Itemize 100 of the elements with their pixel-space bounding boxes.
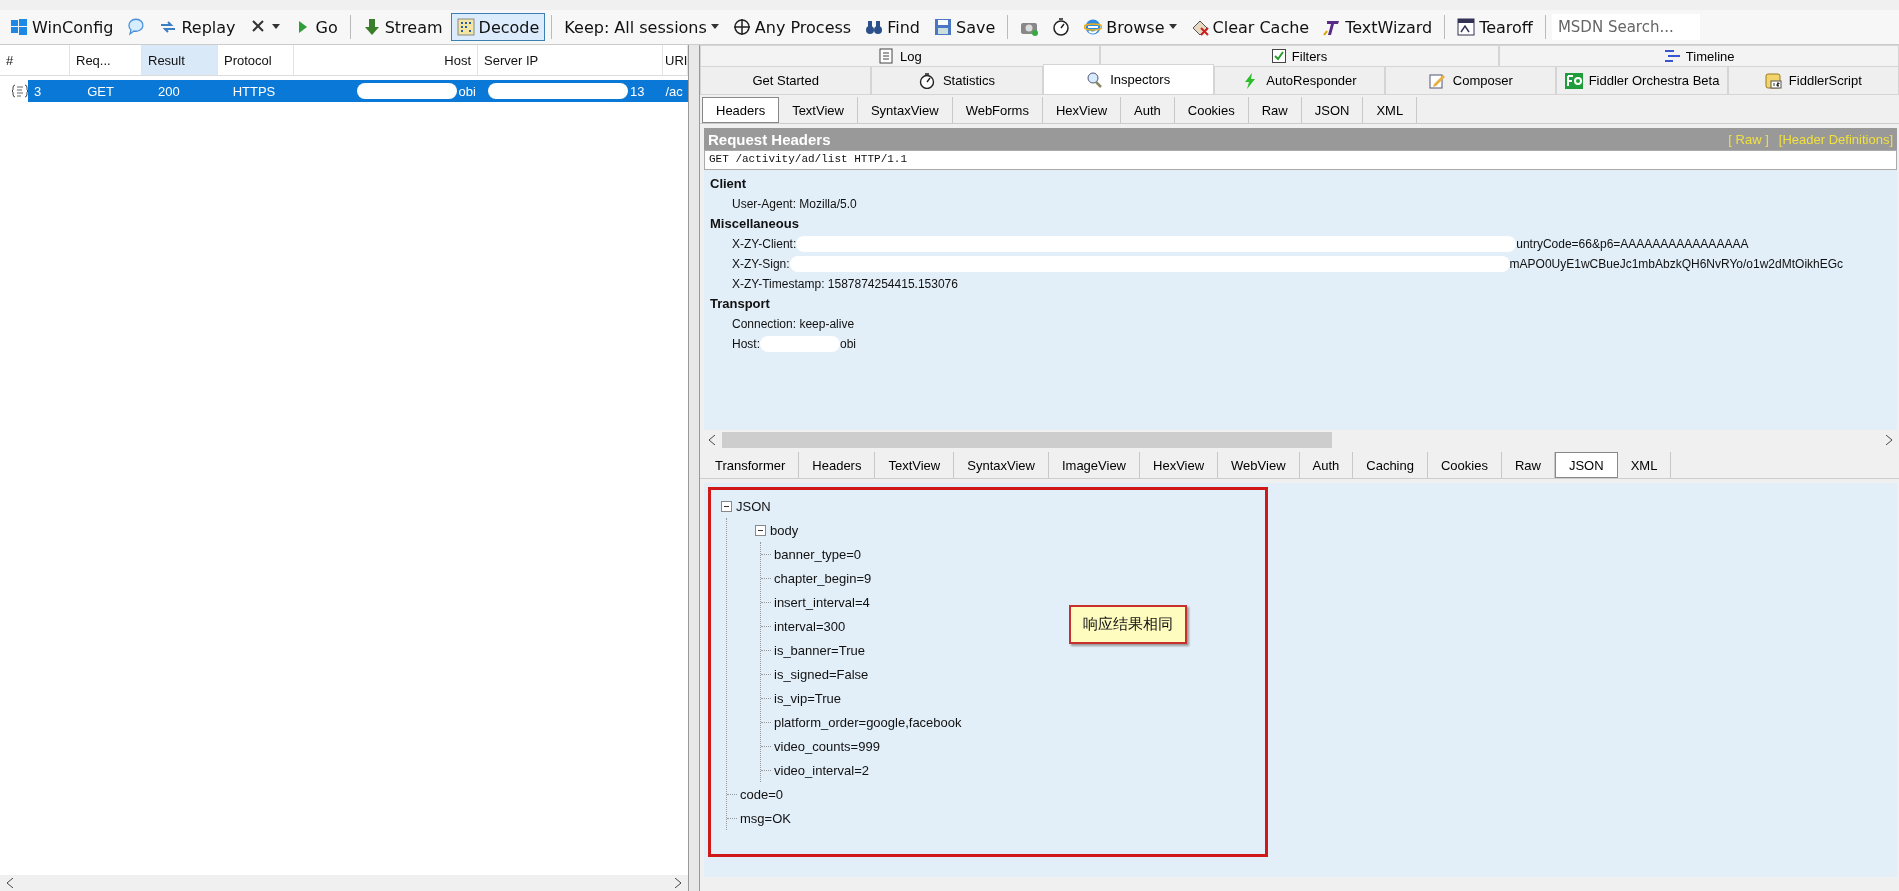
tab[interactable]: TextView <box>875 452 955 478</box>
section-title: Request Headers <box>708 130 831 148</box>
tab[interactable]: AutoResponder <box>1213 67 1386 95</box>
tab[interactable]: FiddlerScript <box>1727 67 1899 95</box>
horizontal-scrollbar[interactable] <box>0 875 688 891</box>
toolbar-button[interactable]: Go <box>287 13 344 41</box>
t-letter-icon <box>1323 18 1342 36</box>
fo-badge-icon <box>1564 72 1583 89</box>
tab[interactable]: HexView <box>1140 452 1219 478</box>
tab[interactable]: Transformer <box>702 452 800 478</box>
grid-icon <box>456 18 475 36</box>
eraser-icon <box>1190 18 1209 36</box>
table-cell: /ac <box>665 83 683 99</box>
header-value: untryCode=66&p6=AAAAAAAAAAAAAAAA <box>1516 237 1749 251</box>
tab[interactable]: Headers <box>702 97 780 123</box>
tab[interactable]: Auth <box>1299 452 1354 478</box>
tab[interactable]: Raw <box>1248 97 1302 123</box>
toolbar-button[interactable]: TextWizard <box>1317 13 1439 41</box>
toolbar-button[interactable]: Replay <box>153 13 242 41</box>
table-cell: 200 <box>157 83 180 99</box>
header-text: X-ZY-Client: <box>732 237 797 251</box>
tab[interactable]: XML <box>1363 97 1418 123</box>
tree-item[interactable]: interval=300 <box>774 618 846 634</box>
tab[interactable]: Fiddler Orchestra Beta <box>1556 67 1728 95</box>
tab[interactable]: Cookies <box>1427 452 1502 478</box>
toolbar-button[interactable]: Browse <box>1078 13 1183 41</box>
toolbar-button[interactable]: Any Process <box>726 13 858 41</box>
toolbar-button[interactable]: Stream <box>356 13 449 41</box>
table-cell: 13 <box>629 83 645 99</box>
tab[interactable]: SyntaxView <box>954 452 1049 478</box>
table-cell: GET <box>87 83 114 99</box>
tab[interactable]: WebView <box>1218 452 1300 478</box>
tree-item[interactable]: platform_order=google,facebook <box>774 714 962 730</box>
tab[interactable]: Filters <box>1099 45 1500 67</box>
stopwatch-icon <box>1052 18 1071 36</box>
tree-item[interactable]: is_vip=True <box>774 690 842 706</box>
tree-item[interactable]: body <box>770 522 799 538</box>
expander-icon[interactable] <box>721 500 732 512</box>
tab[interactable]: Log <box>700 45 1100 67</box>
tree-item[interactable]: JSON <box>736 498 771 514</box>
tab[interactable]: TextView <box>779 97 858 123</box>
binoculars-icon <box>865 18 884 36</box>
tree-item[interactable]: msg=OK <box>740 810 791 826</box>
tab[interactable]: XML <box>1617 452 1672 478</box>
tab[interactable]: Headers <box>799 452 876 478</box>
tree-item[interactable]: is_signed=False <box>774 666 869 682</box>
search-field[interactable]: MSDN Search... <box>1551 14 1700 40</box>
column-header[interactable]: Server IP <box>478 45 663 75</box>
tree-item[interactable]: code=0 <box>740 786 783 802</box>
tab[interactable]: SyntaxView <box>857 97 953 123</box>
tab[interactable]: Timeline <box>1499 45 1899 67</box>
header-value: mAPO0UyE1wCBueJc1mbAbzkQH6NvRYo/o1w2dMtOikhEGc <box>1509 257 1844 271</box>
header-text: Host: <box>732 337 760 351</box>
tree-item[interactable]: video_counts=999 <box>774 738 880 754</box>
column-header[interactable]: URI <box>663 45 688 75</box>
timeline-icon <box>1663 48 1680 64</box>
caret-icon <box>271 24 280 30</box>
speech-bubble-icon <box>127 18 146 36</box>
tree-item[interactable]: banner_type=0 <box>774 546 862 562</box>
tab[interactable]: Cookies <box>1174 97 1249 123</box>
tab[interactable]: Caching <box>1353 452 1428 478</box>
toolbar-button[interactable]: Keep: All sessions <box>558 13 725 41</box>
toolbar-button[interactable]: Find <box>859 13 926 41</box>
tab[interactable]: JSON <box>1301 97 1364 123</box>
tab[interactable]: Get Started <box>700 67 872 95</box>
toolbar-button[interactable]: Tearoff <box>1451 13 1539 41</box>
group-heading: Transport <box>710 295 771 313</box>
tab[interactable]: JSON <box>1554 452 1618 478</box>
crosshair-icon <box>732 18 751 36</box>
tab[interactable]: Composer <box>1385 67 1557 95</box>
column-header[interactable]: Host <box>294 45 478 75</box>
expander-icon[interactable] <box>755 524 766 536</box>
caret-icon <box>1168 24 1177 30</box>
tree-item[interactable]: is_banner=True <box>774 642 865 658</box>
toolbar-button[interactable]: Decode <box>450 13 546 41</box>
tab[interactable]: Raw <box>1501 452 1555 478</box>
toolbar-button[interactable]: WinConfig <box>4 13 120 41</box>
tree-item[interactable]: insert_interval=4 <box>774 594 870 610</box>
toolbar-button[interactable]: Save <box>927 13 1002 41</box>
group-heading: Miscellaneous <box>710 215 800 233</box>
toolbar-button[interactable]: Clear Cache <box>1184 13 1316 41</box>
column-header[interactable]: # <box>0 45 70 75</box>
tab[interactable]: HexView <box>1042 97 1121 123</box>
checkbox[interactable] <box>1271 49 1286 63</box>
tab[interactable]: Statistics <box>871 67 1043 95</box>
tab[interactable]: Inspectors <box>1042 64 1214 95</box>
column-header[interactable]: Protocol <box>218 45 294 75</box>
windows-icon <box>10 18 28 36</box>
pencil-paper-icon <box>1428 72 1447 89</box>
tree-item[interactable]: video_interval=2 <box>774 762 870 778</box>
tab[interactable]: Auth <box>1121 97 1175 123</box>
tab[interactable]: ImageView <box>1048 452 1140 478</box>
window-icon <box>1457 18 1476 36</box>
tab[interactable]: WebForms <box>952 97 1043 123</box>
script-js-icon <box>1764 72 1783 89</box>
group-heading: Client <box>710 175 748 193</box>
column-header[interactable]: Result <box>142 45 218 75</box>
down-arrow-icon <box>362 18 381 36</box>
header-text: Connection: keep-alive <box>732 317 855 331</box>
tree-item[interactable]: chapter_begin=9 <box>774 570 872 586</box>
